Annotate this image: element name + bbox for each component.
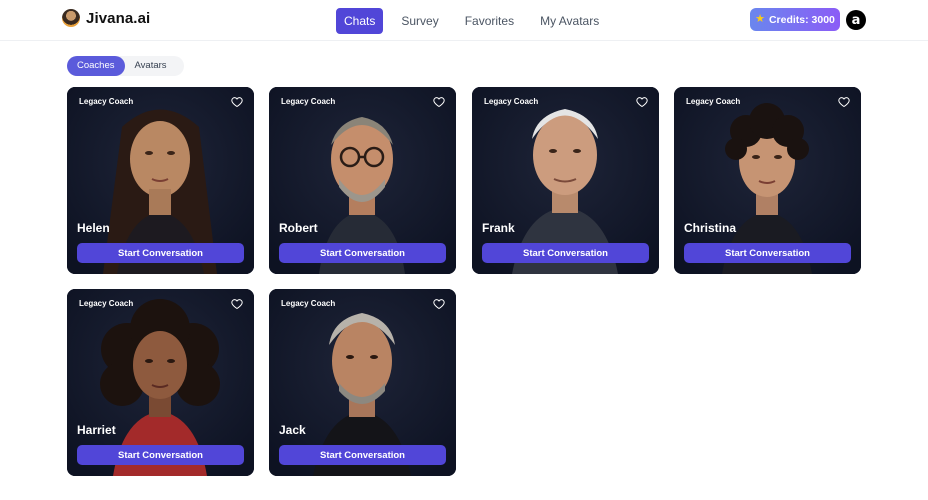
card-category-label: Legacy Coach [484,97,539,106]
nav-chats[interactable]: Chats [336,8,384,34]
coach-name: Christina [684,221,737,235]
top-header: Jivana.ai Chats Survey Favorites My Avat… [0,0,928,41]
heart-icon[interactable] [231,96,243,108]
coach-card-frank[interactable]: Legacy Coach Frank Start Conversation [472,87,659,274]
tab-coaches[interactable]: Coaches [67,56,125,76]
coach-card-robert[interactable]: Legacy Coach Robert Start Conversation [269,87,456,274]
tab-avatars[interactable]: Avatars [125,56,177,76]
start-conversation-button[interactable]: Start Conversation [77,445,244,465]
coach-name: Jack [279,423,306,437]
heart-icon[interactable] [636,96,648,108]
card-category-label: Legacy Coach [281,97,336,106]
heart-icon[interactable] [231,298,243,310]
card-category-label: Legacy Coach [281,299,336,308]
heart-icon[interactable] [433,298,445,310]
heart-icon[interactable] [433,96,445,108]
coach-name: Frank [482,221,515,235]
brand-name: Jivana.ai [86,9,151,27]
user-avatar[interactable]: a [846,10,866,30]
star-icon: ★ [755,13,765,25]
heart-icon[interactable] [838,96,850,108]
coach-card-harriet[interactable]: Legacy Coach Harriet Start Conversation [67,289,254,476]
coach-card-jack[interactable]: Legacy Coach Jack Start Conversation [269,289,456,476]
card-category-label: Legacy Coach [79,97,134,106]
start-conversation-button[interactable]: Start Conversation [684,243,851,263]
main-nav: Chats Survey Favorites My Avatars [336,8,617,34]
start-conversation-button[interactable]: Start Conversation [77,243,244,263]
brand[interactable]: Jivana.ai [62,9,150,27]
coach-card-helen[interactable]: Legacy Coach Helen Start Conversation [67,87,254,274]
start-conversation-button[interactable]: Start Conversation [279,445,446,465]
card-category-label: Legacy Coach [686,97,741,106]
nav-survey[interactable]: Survey [393,8,446,34]
category-tabs: Coaches Avatars [67,56,184,76]
start-conversation-button[interactable]: Start Conversation [482,243,649,263]
coach-name: Helen [77,221,110,235]
credits-button[interactable]: ★ Credits: 3000 [750,8,840,31]
coach-name: Robert [279,221,318,235]
card-category-label: Legacy Coach [79,299,134,308]
nav-my-avatars[interactable]: My Avatars [532,8,607,34]
coach-name: Harriet [77,423,116,437]
start-conversation-button[interactable]: Start Conversation [279,243,446,263]
nav-favorites[interactable]: Favorites [457,8,522,34]
credits-label: Credits: 3000 [768,13,835,26]
coach-card-christina[interactable]: Legacy Coach Christina Start Conversatio… [674,87,861,274]
avatar-logo-icon [62,9,80,27]
